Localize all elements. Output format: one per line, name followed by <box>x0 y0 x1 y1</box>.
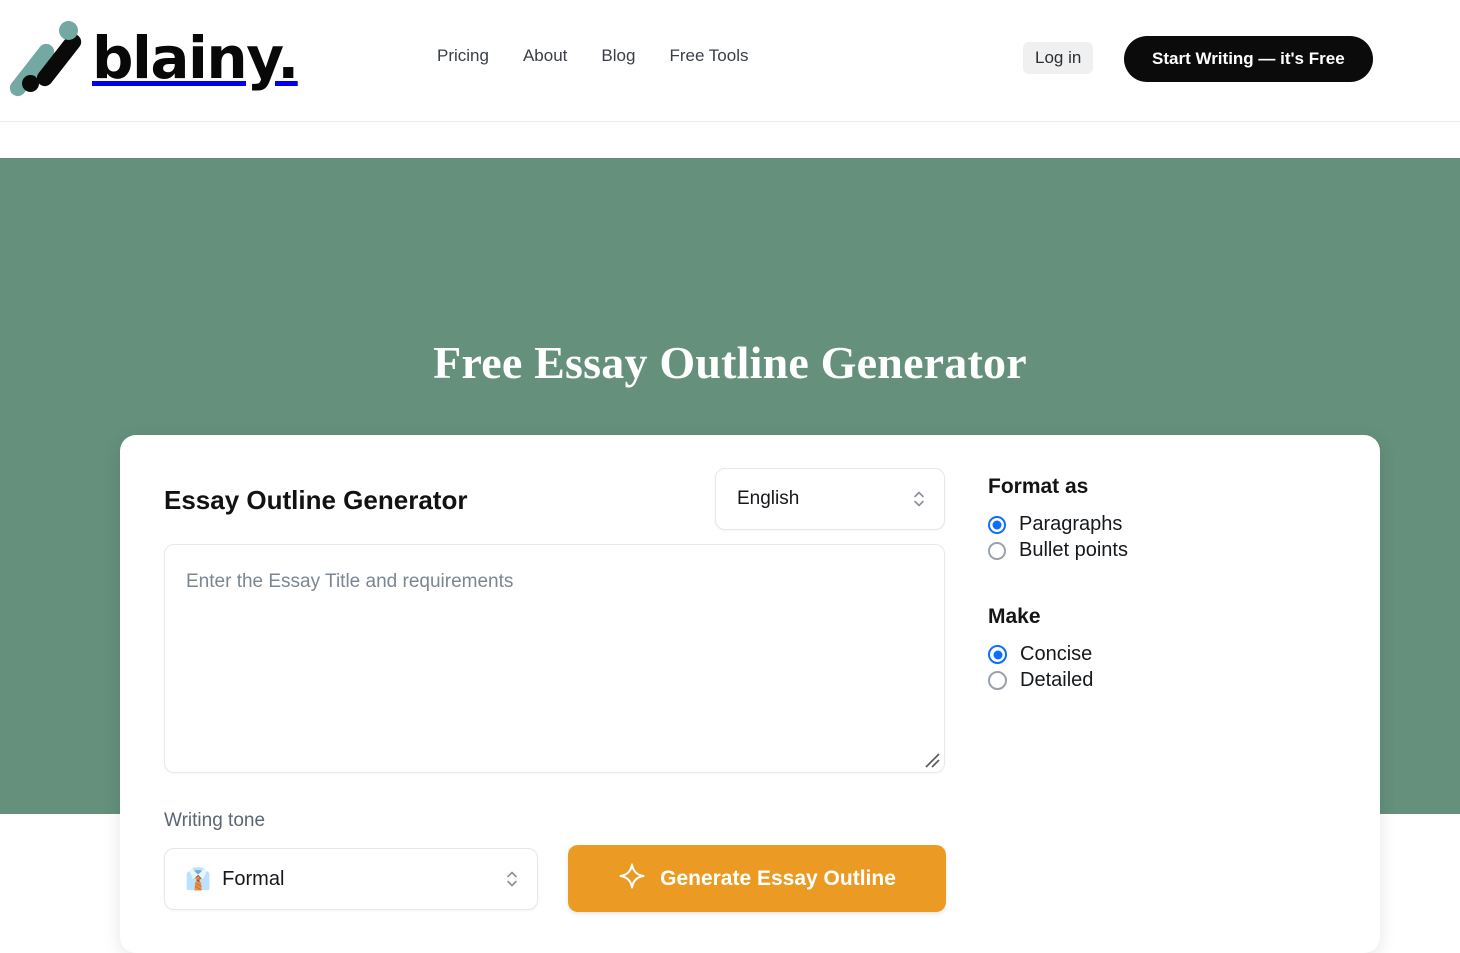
radio-option-bullet-points[interactable]: Bullet points <box>988 539 1328 562</box>
site-header: blainy. Pricing About Blog Free Tools Lo… <box>0 0 1460 122</box>
nav-item-free-tools[interactable]: Free Tools <box>669 46 748 66</box>
generator-card: Essay Outline Generator English Enter th… <box>120 435 1380 953</box>
generate-button-label: Generate Essay Outline <box>660 866 896 890</box>
nav-item-blog[interactable]: Blog <box>601 46 669 66</box>
radio-concise-icon[interactable] <box>988 645 1007 664</box>
panel-title: Essay Outline Generator <box>164 485 468 515</box>
essay-input-wrapper[interactable]: Enter the Essay Title and requirements <box>164 544 945 773</box>
radio-paragraphs-label: Paragraphs <box>1019 513 1123 535</box>
radio-detailed-label: Detailed <box>1020 669 1094 691</box>
hero-section: Free Essay Outline Generator Essay Outli… <box>0 158 1460 953</box>
necktie-icon: 👔 <box>185 867 212 891</box>
textarea-resize-handle[interactable] <box>922 750 940 768</box>
radio-option-paragraphs[interactable]: Paragraphs <box>988 513 1328 536</box>
chevron-up-down-icon <box>912 488 926 510</box>
radio-detailed-icon[interactable] <box>988 671 1007 690</box>
writing-tone-label: Writing tone <box>164 810 266 831</box>
options-column: Format as Paragraphs Bullet points Make … <box>988 475 1328 696</box>
language-select-value: English <box>737 488 800 509</box>
radio-option-detailed[interactable]: Detailed <box>988 669 1328 692</box>
logo-wordmark: blainy. <box>92 24 299 92</box>
nav-item-about[interactable]: About <box>523 46 601 66</box>
logo-link[interactable]: blainy. <box>6 8 304 108</box>
blainy-logo-icon <box>6 13 88 103</box>
page-title: Free Essay Outline Generator <box>433 337 1027 388</box>
writing-tone-select[interactable]: 👔 Formal <box>164 848 538 910</box>
make-heading: Make <box>988 605 1041 628</box>
essay-input-placeholder: Enter the Essay Title and requirements <box>186 571 514 592</box>
radio-bullet-points-label: Bullet points <box>1019 539 1128 561</box>
format-as-heading: Format as <box>988 475 1089 498</box>
radio-option-concise[interactable]: Concise <box>988 643 1328 666</box>
login-button[interactable]: Log in <box>1023 42 1094 74</box>
main-nav: Pricing About Blog Free Tools <box>437 46 749 66</box>
nav-item-pricing[interactable]: Pricing <box>437 46 523 66</box>
language-select[interactable]: English <box>715 468 945 530</box>
radio-paragraphs-icon[interactable] <box>988 515 1006 534</box>
generate-essay-outline-button[interactable]: Generate Essay Outline <box>568 845 946 912</box>
radio-bullet-points-icon[interactable] <box>988 541 1006 560</box>
radio-concise-label: Concise <box>1020 643 1093 665</box>
chevron-up-down-icon <box>505 868 519 890</box>
start-writing-button[interactable]: Start Writing — it's Free <box>1124 36 1373 82</box>
writing-tone-value: Formal <box>222 867 285 890</box>
sparkle-icon <box>618 862 646 896</box>
